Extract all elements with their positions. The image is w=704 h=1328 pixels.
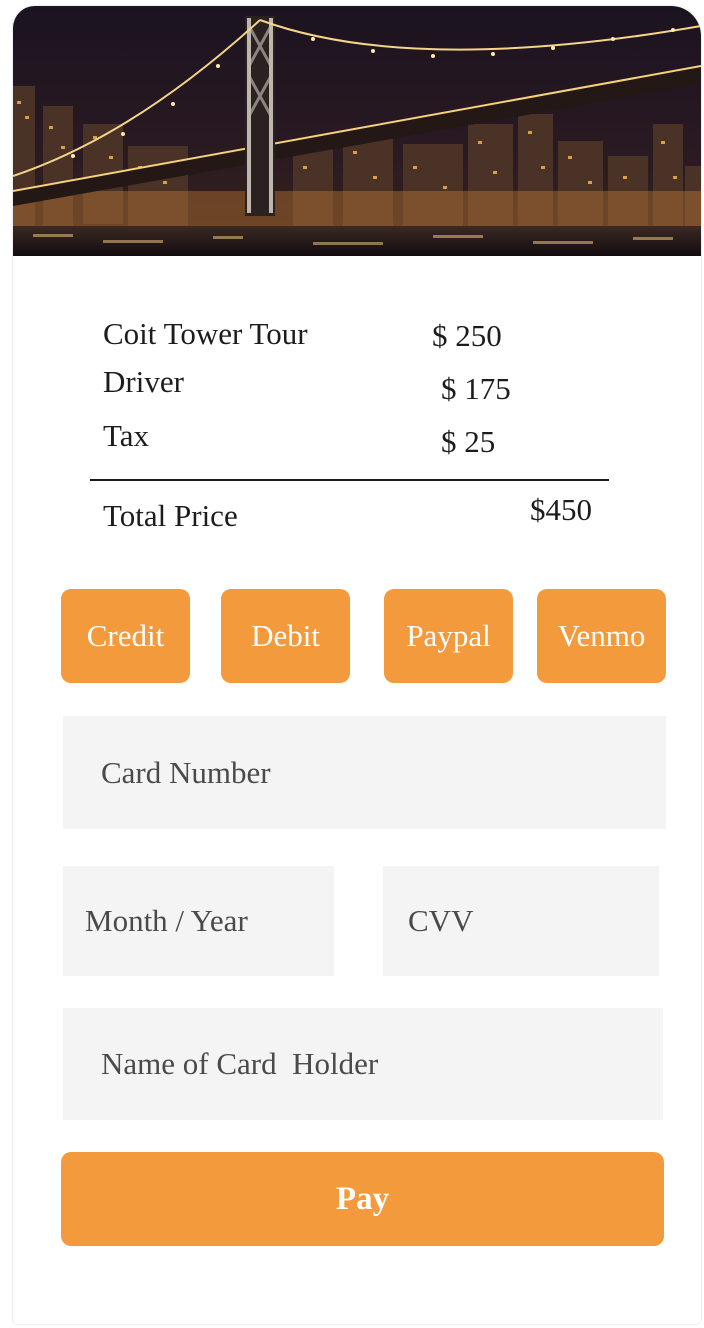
- venmo-button[interactable]: Venmo: [537, 589, 666, 683]
- cvv-input[interactable]: [383, 866, 659, 976]
- item-price-tax: $ 25: [441, 424, 496, 459]
- card-holder-name-input[interactable]: [63, 1008, 663, 1120]
- item-price-coit-tower-tour: $ 250: [432, 318, 502, 353]
- item-label-coit-tower-tour: Coit Tower Tour: [103, 316, 308, 351]
- item-label-tax: Tax: [103, 418, 150, 453]
- hero-image-bay-bridge: [13, 6, 701, 256]
- credit-button[interactable]: Credit: [61, 589, 190, 683]
- total-price-label: Total Price: [103, 498, 238, 533]
- expiry-input[interactable]: [63, 866, 334, 976]
- summary-divider: [90, 479, 609, 481]
- item-price-driver: $ 175: [441, 371, 511, 406]
- card-number-input[interactable]: [63, 716, 666, 829]
- bridge-night-illustration: [13, 6, 701, 256]
- pay-button[interactable]: Pay: [61, 1152, 664, 1246]
- debit-button[interactable]: Debit: [221, 589, 350, 683]
- paypal-button[interactable]: Paypal: [384, 589, 513, 683]
- total-price-value: $450: [530, 492, 592, 527]
- checkout-card: Coit Tower Tour $ 250 Driver $ 175 Tax $…: [13, 6, 701, 1324]
- item-label-driver: Driver: [103, 364, 184, 399]
